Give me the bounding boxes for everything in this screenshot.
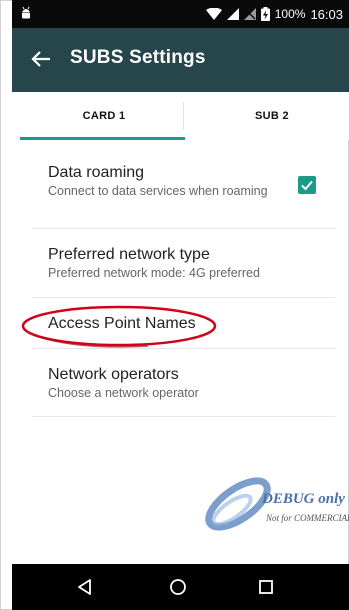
list-divider	[32, 228, 335, 229]
watermark-line-1: DEBUG only	[262, 491, 345, 507]
list-divider	[32, 416, 335, 417]
tab-sub-2[interactable]: SUB 2	[188, 92, 349, 140]
arrow-left-icon[interactable]	[30, 48, 52, 70]
watermark-line-2: Not for COMMERCIAL	[266, 513, 349, 523]
setting-summary: Choose a network operator	[48, 386, 199, 400]
tab-separator	[183, 102, 184, 130]
setting-title: Preferred network type	[48, 246, 210, 263]
cell-signal-icon	[226, 8, 239, 20]
circle-home-icon[interactable]	[168, 577, 188, 597]
data-roaming-checkbox[interactable]	[298, 176, 316, 194]
page-title: SUBS Settings	[70, 47, 206, 68]
setting-title: Data roaming	[48, 164, 145, 181]
navigation-bar	[12, 564, 349, 610]
cell-signal-2-icon	[243, 8, 256, 20]
tab-indicator	[20, 137, 185, 140]
battery-charging-icon	[260, 7, 270, 21]
square-recents-icon[interactable]	[256, 577, 276, 597]
triangle-back-icon[interactable]	[75, 577, 95, 597]
app-bar: SUBS Settings	[12, 28, 349, 92]
android-debug-icon	[22, 6, 30, 19]
setting-network-operators[interactable]: Network operators Choose a network opera…	[48, 366, 333, 401]
setting-summary: Connect to data services when roaming	[48, 184, 268, 198]
setting-summary: Preferred network mode: 4G preferred	[48, 266, 260, 280]
tab-card-1[interactable]: CARD 1	[20, 92, 188, 140]
red-annotation-ellipse	[21, 305, 217, 348]
list-divider	[32, 348, 335, 349]
setting-title: Network operators	[48, 366, 179, 383]
list-divider	[32, 297, 335, 298]
sim-tabs: CARD 1 SUB 2	[12, 92, 349, 140]
wifi-icon	[205, 8, 222, 20]
checkmark-icon	[301, 180, 313, 191]
clock: 16:03	[310, 6, 343, 22]
setting-data-roaming[interactable]: Data roaming Connect to data services wh…	[48, 164, 278, 199]
status-bar: 100% 16:03	[12, 0, 349, 28]
setting-preferred-network-type[interactable]: Preferred network type Preferred network…	[48, 246, 333, 281]
battery-percent: 100%	[274, 7, 306, 21]
